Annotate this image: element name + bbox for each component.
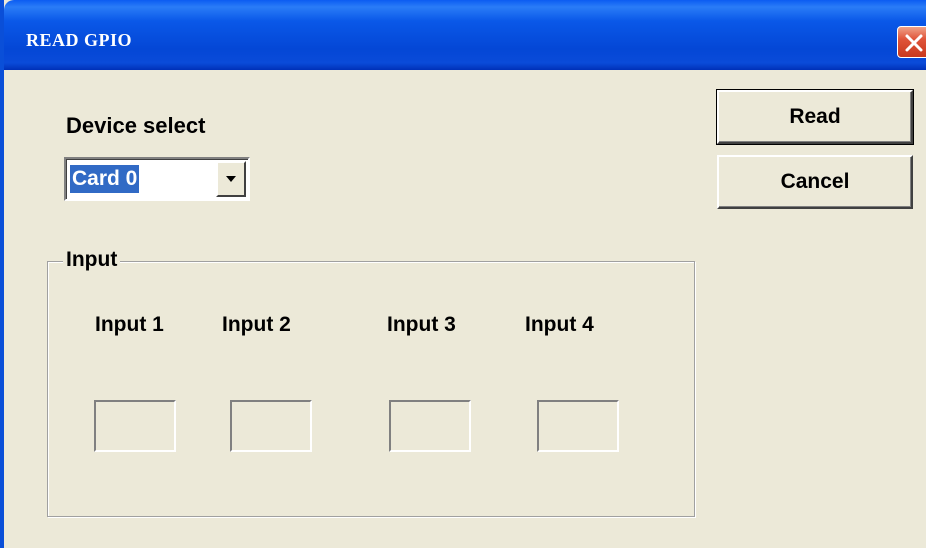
input-groupbox — [47, 261, 695, 517]
device-select-dropdown[interactable]: Card 0 — [64, 157, 250, 201]
input-2-field — [230, 400, 312, 452]
device-select-label: Device select — [66, 113, 206, 138]
read-button[interactable]: Read — [716, 89, 914, 145]
input-3-field — [389, 400, 471, 452]
input-3-label: Input 3 — [387, 313, 456, 336]
cancel-button[interactable]: Cancel — [717, 155, 913, 209]
chevron-down-icon — [226, 176, 236, 182]
dialog-window: READ GPIO Device select Card 0 Read Canc… — [0, 0, 926, 548]
input-4-label: Input 4 — [525, 313, 594, 336]
input-1-label: Input 1 — [95, 313, 164, 336]
close-button[interactable] — [897, 26, 926, 58]
dropdown-arrow-button[interactable] — [216, 161, 246, 197]
input-group-title: Input — [63, 248, 121, 272]
input-4-field — [537, 400, 619, 452]
window-title: READ GPIO — [26, 30, 133, 50]
close-icon — [905, 34, 923, 52]
input-1-field — [94, 400, 176, 452]
input-2-label: Input 2 — [222, 313, 291, 336]
device-select-value: Card 0 — [70, 165, 140, 193]
title-bar[interactable]: READ GPIO — [4, 0, 926, 70]
